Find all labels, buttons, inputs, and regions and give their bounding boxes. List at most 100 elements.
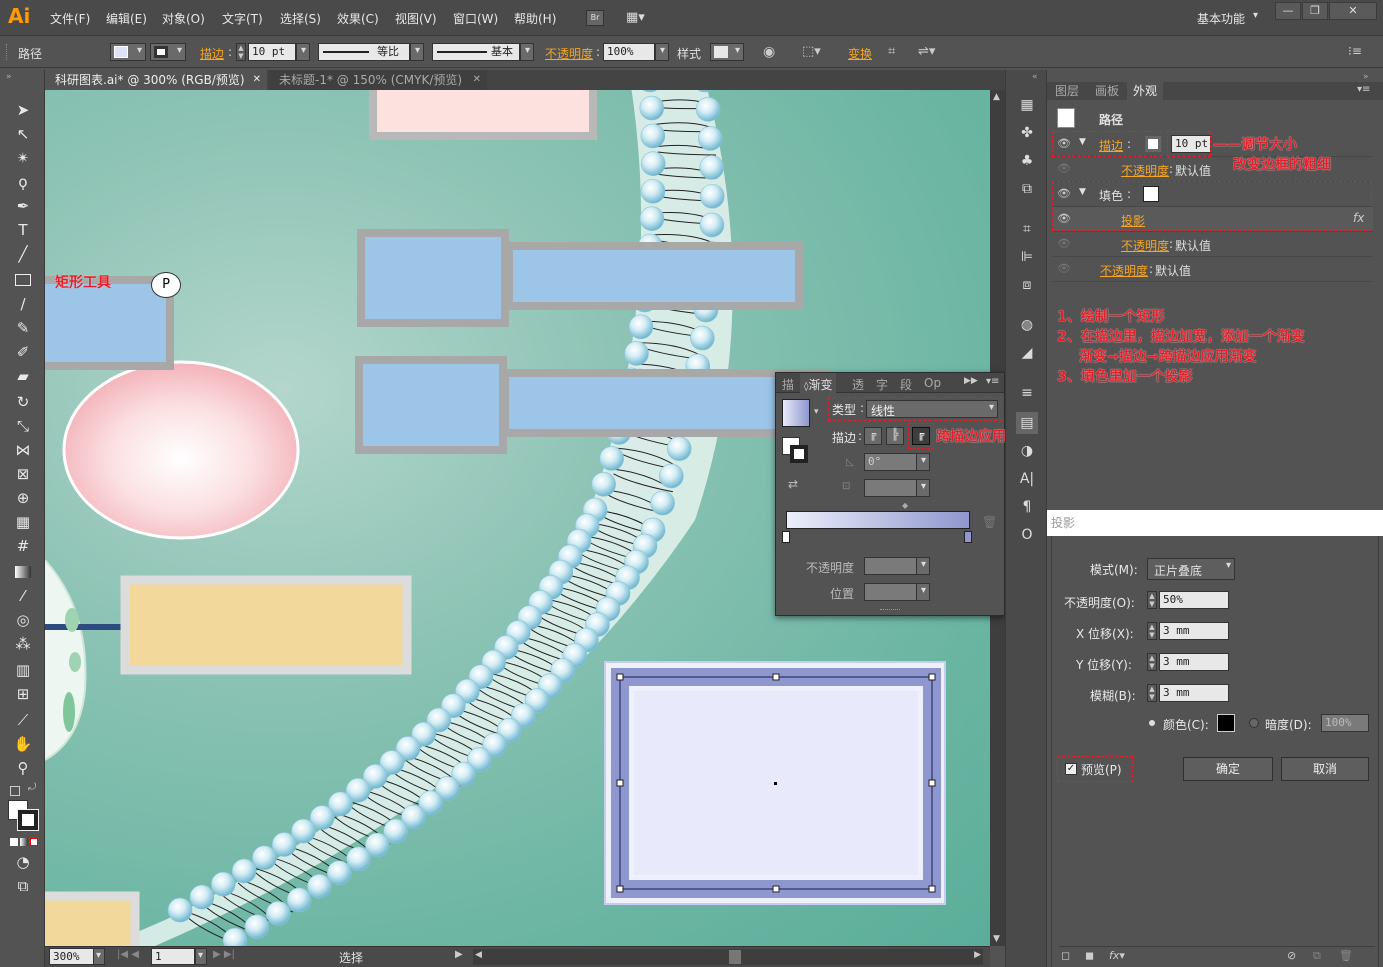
- stroke-panel-link[interactable]: 描边: [200, 45, 224, 62]
- workspace-switcher[interactable]: 基本功能: [1197, 10, 1245, 27]
- gradient-stroke-swatch[interactable]: [790, 445, 808, 463]
- opentype-icon[interactable]: O: [1016, 524, 1038, 546]
- y-offset-stepper[interactable]: ▲ ▼: [1147, 653, 1157, 671]
- scroll-left-icon[interactable]: ◀: [475, 950, 482, 960]
- shadow-color-swatch[interactable]: [1217, 714, 1235, 732]
- collapse-tools-icon[interactable]: »: [6, 72, 12, 82]
- paragraph-icon[interactable]: ¶: [1016, 496, 1038, 518]
- gradient-angle-input[interactable]: 0°: [864, 453, 918, 471]
- magic-wand-tool-icon[interactable]: ✴: [12, 148, 34, 168]
- delete-item-icon[interactable]: 🗑: [1339, 949, 1353, 962]
- scroll-right-icon[interactable]: ▶: [974, 950, 981, 960]
- aspect-ratio-input[interactable]: [864, 479, 918, 497]
- drawing-mode-icon[interactable]: ◔: [12, 852, 34, 872]
- stroke-icon[interactable]: ≡: [1016, 382, 1038, 404]
- delete-stop-icon[interactable]: 🗑: [982, 515, 997, 529]
- first-artboard-icon[interactable]: |◀ ◀: [117, 949, 139, 960]
- ok-button[interactable]: 确定: [1183, 757, 1273, 781]
- blob-brush-tool-icon[interactable]: ✐: [12, 342, 34, 362]
- column-graph-tool-icon[interactable]: ▥: [12, 660, 34, 680]
- tab-appearance[interactable]: 外观: [1127, 82, 1164, 100]
- tab-layers[interactable]: 图层: [1049, 82, 1085, 100]
- scale-tool-icon[interactable]: ⤡: [12, 416, 34, 436]
- close-window-button[interactable]: ✕: [1329, 2, 1377, 20]
- tab-transparency[interactable]: 透: [852, 376, 864, 393]
- rectangle-tool-icon[interactable]: [12, 270, 34, 290]
- reverse-gradient-icon[interactable]: ⇄: [788, 477, 798, 491]
- new-stroke-icon[interactable]: ◻: [1061, 949, 1070, 962]
- artboard-dropdown[interactable]: [195, 948, 207, 965]
- zoom-dropdown[interactable]: [93, 948, 105, 965]
- line-tool-icon[interactable]: ╱: [12, 244, 34, 264]
- midpoint-marker[interactable]: ◆: [902, 501, 908, 510]
- menu-file[interactable]: 文件(F): [50, 10, 90, 27]
- new-fill-icon[interactable]: ◼: [1085, 949, 1094, 962]
- x-offset-stepper[interactable]: ▲ ▼: [1147, 622, 1157, 640]
- stroke-color-picker[interactable]: [150, 43, 186, 61]
- free-transform-tool-icon[interactable]: ⊠: [12, 464, 34, 484]
- brushes-icon[interactable]: ✤: [1016, 122, 1038, 144]
- perspective-grid-tool-icon[interactable]: ▦: [12, 512, 34, 532]
- restore-button[interactable]: ❐: [1302, 2, 1328, 20]
- menu-select[interactable]: 选择(S): [280, 10, 321, 27]
- control-panel-menu-icon[interactable]: ⁝≡: [1348, 44, 1362, 58]
- tab-gradient[interactable]: ◊渐变: [800, 373, 837, 393]
- x-offset-input[interactable]: 3 mm: [1159, 622, 1229, 640]
- brush-dropdown[interactable]: [520, 43, 534, 61]
- stroke-weight-input[interactable]: 10 pt: [248, 43, 296, 61]
- workspace-dropdown-icon[interactable]: ▾: [1253, 10, 1258, 21]
- symbols-icon[interactable]: ♣: [1016, 150, 1038, 172]
- pathfinder-icon[interactable]: ⧈: [1016, 274, 1038, 296]
- gradient-icon[interactable]: ▤: [1016, 412, 1038, 434]
- stroke-weight-dropdown[interactable]: [296, 43, 310, 61]
- transform-icon[interactable]: ⌗: [1016, 218, 1038, 240]
- shape-builder-tool-icon[interactable]: ⊕: [12, 488, 34, 508]
- add-effect-icon[interactable]: fx▾: [1109, 949, 1125, 962]
- darkness-radio[interactable]: [1249, 718, 1259, 728]
- gradient-tool-icon[interactable]: [12, 562, 34, 582]
- panel-resize-grip[interactable]: [880, 609, 900, 612]
- gradient-panel-menu-icon[interactable]: ▾≡: [986, 376, 999, 387]
- mesh-tool-icon[interactable]: #: [12, 536, 34, 556]
- character-icon[interactable]: A|: [1016, 468, 1038, 490]
- close-tab-icon[interactable]: ✕: [253, 70, 261, 90]
- appearance-row-object-opacity[interactable]: 👁 不透明度: 默认值: [1053, 257, 1373, 282]
- horizontal-scrollbar[interactable]: ◀ ▶: [473, 949, 983, 965]
- angle-dropdown[interactable]: [916, 453, 930, 471]
- zoom-tool-icon[interactable]: ⚲: [12, 758, 34, 778]
- menu-object[interactable]: 对象(O): [162, 10, 205, 27]
- artboard-number-input[interactable]: 1: [151, 948, 195, 965]
- stop-opacity-dropdown[interactable]: [916, 557, 930, 575]
- menu-view[interactable]: 视图(V): [395, 10, 437, 27]
- aspect-dropdown[interactable]: [916, 479, 930, 497]
- pen-tool-icon[interactable]: ✒: [12, 196, 34, 216]
- align-icon[interactable]: ⊫: [1016, 246, 1038, 268]
- horizontal-scroll-thumb[interactable]: [729, 950, 741, 964]
- artboard-tool-icon[interactable]: ⊞: [12, 684, 34, 704]
- symbol-sprayer-tool-icon[interactable]: ⁂: [12, 634, 34, 654]
- default-colors-icon[interactable]: [10, 786, 20, 796]
- recolor-artwork-icon[interactable]: ◉: [763, 44, 775, 60]
- slice-tool-icon[interactable]: ⟋: [12, 710, 34, 730]
- graphic-styles-icon[interactable]: ⧉: [1016, 178, 1038, 200]
- expand-dock-icon[interactable]: «: [1032, 72, 1038, 82]
- visibility-eye-icon[interactable]: 👁: [1057, 237, 1071, 250]
- opacity-dropdown[interactable]: [655, 43, 669, 61]
- shadow-opacity-input[interactable]: 50%: [1159, 591, 1229, 609]
- rotate-tool-icon[interactable]: ↻: [12, 392, 34, 412]
- visibility-eye-icon[interactable]: 👁: [1057, 162, 1071, 175]
- menu-window[interactable]: 窗口(W): [453, 10, 498, 27]
- scroll-down-icon[interactable]: ▼: [993, 934, 1000, 944]
- blend-tool-icon[interactable]: ◎: [12, 610, 34, 630]
- stroke-swatch[interactable]: [17, 809, 39, 831]
- gradient-swatch-dropdown-icon[interactable]: ▾: [814, 407, 819, 417]
- stop-opacity-input[interactable]: [864, 557, 918, 575]
- color-guide-icon[interactable]: ▦: [1016, 94, 1038, 116]
- menu-help[interactable]: 帮助(H): [514, 10, 556, 27]
- type-tool-icon[interactable]: T: [12, 220, 34, 240]
- darkness-input[interactable]: 100%: [1321, 714, 1369, 732]
- tab-untitled[interactable]: 未标题-1* @ 150% (CMYK/预览) ✕: [269, 70, 487, 90]
- gradient-stop-end[interactable]: [964, 531, 972, 543]
- eraser-tool-icon[interactable]: ▰: [12, 366, 34, 386]
- gradient-preview-swatch[interactable]: [782, 399, 810, 427]
